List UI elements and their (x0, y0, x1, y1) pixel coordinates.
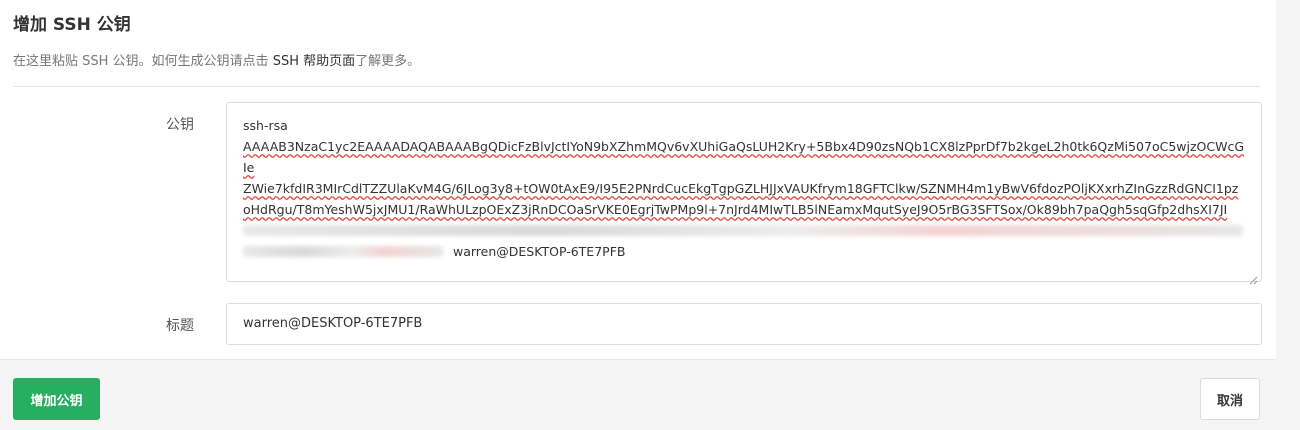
public-key-label: 公钥 (166, 117, 194, 133)
add-ssh-key-dialog: 增加 SSH 公钥 在这里粘贴 SSH 公钥。如何生成公钥请点击 SSH 帮助页… (0, 0, 1300, 430)
key-title-label: 标题 (166, 318, 194, 334)
dialog-footer: 增加公钥 取消 (0, 359, 1276, 430)
page-gutter (1276, 0, 1300, 430)
key-line-1: AAAAB3NzaC1yc2EAAAADAQABAAABgQDicFzBlvJc… (243, 139, 1245, 175)
header-divider (13, 86, 1260, 87)
description-suffix: 了解更多。 (355, 54, 421, 69)
key-line-type: ssh-rsa (243, 118, 288, 133)
key-title-input[interactable]: warren@DESKTOP-6TE7PFB (226, 303, 1262, 345)
blurred-content-tail (243, 246, 443, 257)
dialog-title: 增加 SSH 公钥 (13, 15, 131, 35)
public-key-textarea[interactable]: ssh-rsa AAAAB3NzaC1yc2EAAAADAQABAAABgQDi… (226, 102, 1262, 282)
key-line-3: oHdRgu/T8mYeshW5jxJMU1/RaWhULzpOExZ3jRnD… (243, 202, 1228, 217)
key-blurred-line (243, 220, 1245, 241)
resize-grip-icon[interactable] (1249, 276, 1258, 285)
blurred-content (243, 225, 1243, 236)
key-comment: warren@DESKTOP-6TE7PFB (453, 244, 626, 259)
ssh-help-link[interactable]: SSH 帮助页面 (273, 54, 355, 69)
cancel-button[interactable]: 取消 (1200, 378, 1260, 420)
key-line-2: ZWie7kfdIR3MIrCdlTZZUlaKvM4G/6JLog3y8+tO… (243, 181, 1239, 196)
dialog-header: 增加 SSH 公钥 在这里粘贴 SSH 公钥。如何生成公钥请点击 SSH 帮助页… (13, 14, 1260, 71)
add-key-button[interactable]: 增加公钥 (13, 378, 100, 420)
description-prefix: 在这里粘贴 SSH 公钥。如何生成公钥请点击 (13, 54, 273, 69)
key-blurred-tail-line: warren@DESKTOP-6TE7PFB (243, 241, 1245, 262)
dialog-description: 在这里粘贴 SSH 公钥。如何生成公钥请点击 SSH 帮助页面了解更多。 (13, 53, 1260, 71)
